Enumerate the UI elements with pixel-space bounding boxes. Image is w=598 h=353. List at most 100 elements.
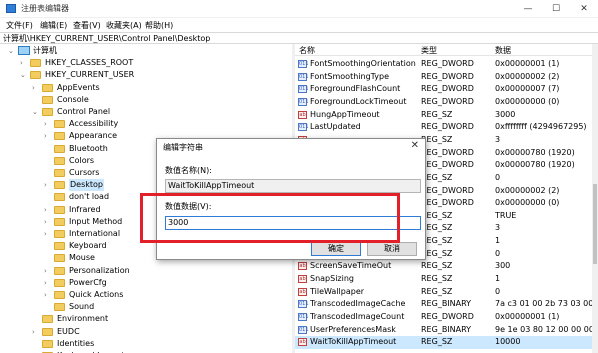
scrollbar-thumb[interactable] [593, 184, 597, 264]
tree-expand-arrow-icon[interactable]: › [20, 57, 28, 69]
menu-help[interactable]: 帮助(H) [145, 20, 173, 31]
value-data: 1 [495, 236, 501, 246]
dialog-title: 编辑字符串 [163, 143, 203, 152]
tree-expand-arrow-icon[interactable]: › [44, 118, 52, 130]
binary-value-icon: 011 [298, 300, 309, 309]
string-value-icon: ab [298, 110, 307, 119]
ok-button[interactable]: 确定 [311, 242, 361, 256]
value-row[interactable]: ab HungAppTimeout REG_SZ 3000 [295, 109, 598, 122]
tree-item[interactable]: Console [0, 94, 292, 106]
value-name: FontSmoothingType [310, 71, 390, 81]
tree-item[interactable]: › AppEvents [0, 82, 292, 94]
tree-expand-arrow-icon[interactable]: › [44, 228, 52, 240]
menu-file[interactable]: 文件(F) [6, 20, 33, 31]
value-row[interactable]: 011 FontSmoothingType REG_DWORD 0x00000002 … [295, 71, 598, 84]
value-name: WaitToKillAppTimeout [310, 337, 397, 347]
value-row[interactable]: ab ScreenSaveTimeOut REG_SZ 300 [295, 260, 598, 273]
column-data[interactable]: 数据 [495, 45, 511, 56]
menu-favorites[interactable]: 收藏夹(A) [106, 20, 142, 31]
tree-expand-arrow-icon[interactable]: › [44, 277, 52, 289]
value-row[interactable]: 011 ForegroundFlashCount REG_DWORD 0x000000… [295, 83, 598, 96]
computer-icon [18, 46, 30, 55]
tree-expand-arrow-icon[interactable]: ⌄ [32, 106, 40, 118]
value-row[interactable]: 011 LastUpdated REG_DWORD 0xffffffff (42949… [295, 121, 598, 134]
tree-item-label: Sound [69, 302, 95, 312]
menu-edit[interactable]: 编辑(E) [40, 20, 67, 31]
tree-expand-arrow-icon[interactable]: › [44, 289, 52, 301]
value-row[interactable]: 011 ForegroundLockTimeout REG_DWORD 0x00000… [295, 96, 598, 109]
tree-expand-arrow-icon[interactable]: › [44, 204, 52, 216]
value-type: REG_DWORD [421, 185, 474, 195]
folder-icon [42, 83, 53, 92]
value-data: 3000 [495, 109, 516, 119]
dialog-close-icon[interactable]: ✕ [411, 140, 419, 151]
tree-expand-arrow-icon[interactable]: ⌄ [20, 69, 28, 81]
tree-item[interactable]: Environment [0, 313, 292, 325]
value-row[interactable]: ab TileWallpaper REG_SZ 0 [295, 286, 598, 299]
binary-value-icon: 011 [298, 85, 309, 94]
value-row[interactable]: 011 UserPreferencesMask REG_BINARY 9e 1e 03… [295, 324, 598, 337]
value-data: 0x00000007 (7) [495, 84, 560, 94]
value-type: REG_BINARY [421, 324, 472, 334]
value-type: REG_SZ [421, 286, 453, 296]
tree-expand-arrow-icon[interactable]: › [44, 130, 52, 142]
tree-expand-arrow-icon[interactable]: › [44, 179, 52, 191]
value-row[interactable]: ab WaitToKillAppTimeout REG_SZ 10000 [295, 336, 598, 349]
binary-value-icon: 011 [298, 60, 309, 68]
value-name-field[interactable]: WaitToKillAppTimeout [165, 179, 421, 193]
tree-item[interactable]: ⌄ 计算机 [0, 45, 292, 57]
tree-expand-arrow-icon[interactable]: ⌄ [8, 45, 16, 57]
menu-view[interactable]: 查看(V) [73, 20, 101, 31]
value-data-input[interactable]: 3000 [165, 216, 421, 230]
tree-item-label: don't load [69, 192, 110, 202]
folder-icon [42, 339, 53, 348]
maximize-button[interactable]: ☐ [542, 0, 570, 18]
vertical-scrollbar[interactable] [592, 44, 598, 353]
value-type: REG_DWORD [421, 147, 474, 157]
tree-item[interactable]: ⌄ HKEY_CURRENT_USER [0, 69, 292, 81]
tree-item[interactable]: › HKEY_CLASSES_ROOT [0, 57, 292, 69]
value-data: 0 [495, 172, 501, 182]
tree-item[interactable]: › PowerCfg [0, 277, 292, 289]
value-data-label: 数值数据(V): [165, 202, 212, 211]
tree-item[interactable]: › EUDC [0, 326, 292, 338]
tree-item[interactable]: Identities [0, 338, 292, 350]
column-name[interactable]: 名称 [299, 45, 315, 56]
value-data: 0x00000001 (1) [495, 59, 560, 68]
tree-item[interactable]: › Quick Actions [0, 289, 292, 301]
tree-expand-arrow-icon[interactable]: › [44, 265, 52, 277]
value-row[interactable]: 011 TranscodedImageCache REG_BINARY 7a c3 0… [295, 298, 598, 311]
value-row[interactable]: 011 FontSmoothingOrientation REG_DWORD 0x00… [295, 58, 598, 71]
column-type[interactable]: 类型 [421, 45, 437, 56]
tree-expand-arrow-icon[interactable]: › [32, 82, 40, 94]
value-name: ScreenSaveTimeOut [310, 261, 392, 271]
tree-item-label: AppEvents [57, 82, 100, 92]
value-data: 0x00000000 (0) [495, 198, 560, 208]
tree-item-label: Console [57, 94, 89, 104]
value-row[interactable]: ab SnapSizing REG_SZ 1 [295, 273, 598, 286]
folder-icon [54, 169, 65, 177]
folder-icon [54, 254, 65, 263]
tree-item-label: Quick Actions [69, 290, 124, 299]
value-data: 0xffffffff (4294967295) [495, 122, 587, 132]
value-name: TileWallpaper [310, 286, 365, 296]
tree-item[interactable]: › Accessibility [0, 118, 292, 130]
tree-expand-arrow-icon[interactable]: › [32, 326, 40, 338]
address-bar[interactable]: 计算机\HKEY_CURRENT_USER\Control Panel\Desk… [0, 32, 598, 44]
cancel-button[interactable]: 取消 [367, 242, 417, 256]
value-name-label: 数值名称(N): [165, 166, 212, 175]
tree-item[interactable]: › Personalization [0, 265, 292, 277]
value-data: 300 [495, 261, 511, 271]
binary-value-icon: 011 [298, 123, 309, 132]
value-row[interactable]: 011 TranscodedImageCount REG_DWORD 0x000000… [295, 311, 598, 324]
minimize-button[interactable]: — [514, 0, 542, 18]
value-type: REG_SZ [421, 109, 453, 119]
tree-expand-arrow-icon[interactable]: › [44, 216, 52, 228]
registry-editor-icon [6, 4, 16, 13]
tree-item[interactable]: ⌄ Control Panel [0, 106, 292, 118]
tree-item[interactable]: Sound [0, 301, 292, 313]
close-button[interactable]: ✕ [570, 0, 598, 18]
value-data: 1 [495, 274, 501, 284]
folder-icon [54, 278, 65, 287]
value-name: ForegroundFlashCount [310, 84, 401, 94]
